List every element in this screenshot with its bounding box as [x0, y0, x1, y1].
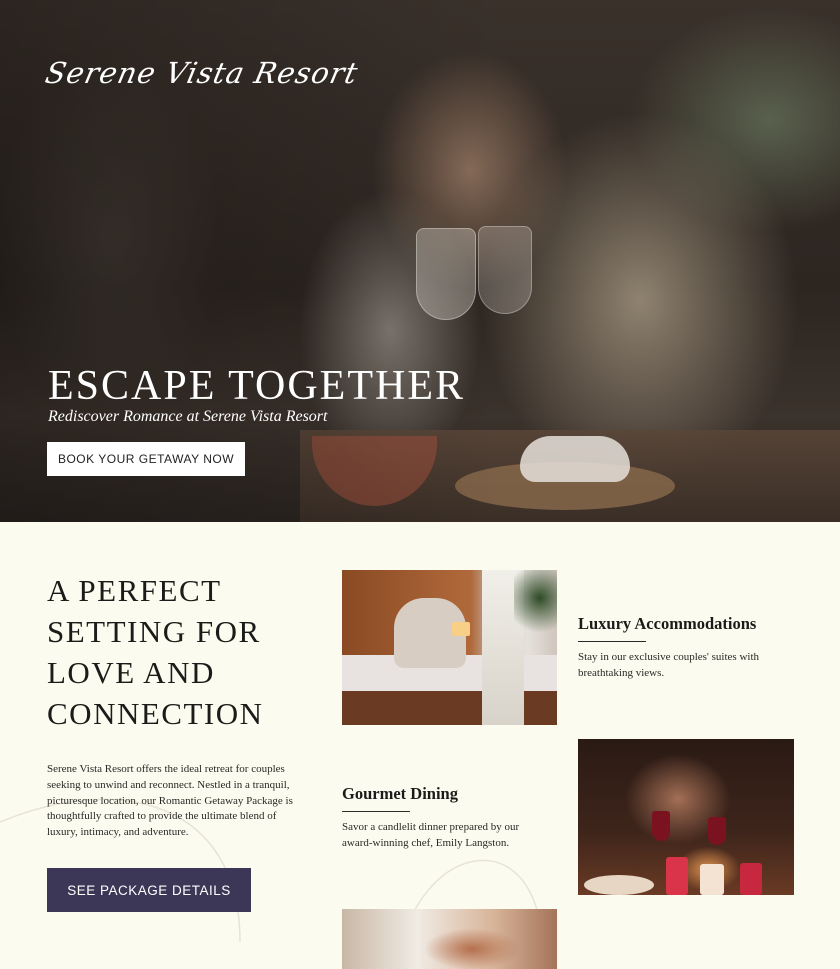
wine-glass-image	[708, 817, 726, 845]
feature-description-luxury: Stay in our exclusive couples' suites wi…	[578, 651, 760, 679]
candle-image	[700, 864, 724, 895]
brand-logo[interactable]: Serene Vista Resort	[42, 56, 361, 90]
lamp-image	[452, 622, 470, 636]
feature-divider	[342, 811, 410, 812]
book-getaway-button[interactable]: BOOK YOUR GETAWAY NOW	[47, 442, 245, 476]
suite-photo	[342, 570, 557, 725]
candle-image	[666, 857, 688, 895]
dining-photo	[578, 739, 794, 895]
hero-title: ESCAPE TOGETHER	[48, 363, 465, 409]
wine-glass-image	[652, 811, 670, 841]
plant-image	[514, 570, 557, 640]
feature-title-luxury: Luxury Accommodations	[578, 614, 757, 633]
feature-description-dining: Savor a candlelit dinner prepared by our…	[342, 821, 520, 849]
intro-paragraph: Serene Vista Resort offers the ideal ret…	[47, 763, 293, 839]
feature-divider	[578, 641, 646, 642]
plate-image	[584, 875, 654, 895]
candle-image	[740, 863, 762, 895]
spa-photo	[342, 909, 557, 969]
hero-section: Serene Vista Resort ESCAPE TOGETHER Redi…	[0, 0, 840, 522]
section-title: A PERFECT SETTING FOR LOVE AND CONNECTIO…	[47, 573, 264, 731]
feature-title-dining: Gourmet Dining	[342, 784, 458, 803]
see-package-details-button[interactable]: SEE PACKAGE DETAILS	[47, 868, 251, 912]
hero-subtitle: Rediscover Romance at Serene Vista Resor…	[48, 408, 328, 425]
